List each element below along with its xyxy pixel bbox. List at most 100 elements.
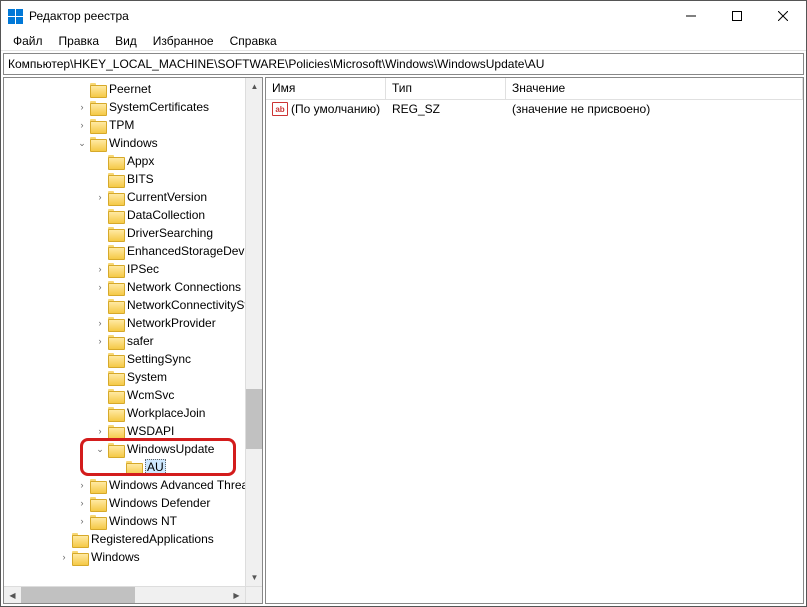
chevron-down-icon[interactable]: ⌄ <box>94 443 106 455</box>
chevron-right-icon[interactable]: › <box>76 497 88 509</box>
chevron-right-icon[interactable]: › <box>58 551 70 563</box>
registry-tree: Peernet›SystemCertificates›TPM⌄WindowsAp… <box>4 78 245 568</box>
tree-node-label: BITS <box>127 172 154 186</box>
scroll-down-button[interactable]: ▼ <box>246 569 263 586</box>
tree-node-label: AU <box>145 459 166 475</box>
scroll-thumb-vertical[interactable] <box>246 389 262 449</box>
chevron-down-icon[interactable]: ⌄ <box>76 137 88 149</box>
folder-icon <box>72 551 88 564</box>
chevron-right-icon[interactable]: › <box>76 119 88 131</box>
titlebar[interactable]: Редактор реестра <box>1 1 806 31</box>
column-type[interactable]: Тип <box>386 78 506 99</box>
tree-node[interactable]: › CurrentVersion <box>4 188 245 206</box>
folder-icon <box>108 443 124 456</box>
tree-node-label: safer <box>127 334 154 348</box>
menu-file[interactable]: Файл <box>5 32 51 50</box>
tree-node[interactable]: ›NetworkProvider <box>4 314 245 332</box>
tree-scrollbar-vertical[interactable]: ▲ ▼ <box>245 78 262 586</box>
chevron-right-icon[interactable]: › <box>94 317 106 329</box>
tree-node[interactable]: DataCollection <box>4 206 245 224</box>
tree-node[interactable]: SettingSync <box>4 350 245 368</box>
expander-spacer <box>94 407 106 419</box>
folder-icon <box>108 371 124 384</box>
tree-node[interactable]: ›Windows NT <box>4 512 245 530</box>
folder-icon <box>90 137 106 150</box>
tree-node[interactable]: BITS <box>4 170 245 188</box>
menu-view[interactable]: Вид <box>107 32 145 50</box>
chevron-right-icon[interactable]: › <box>94 335 106 347</box>
folder-icon <box>90 497 106 510</box>
scroll-up-button[interactable]: ▲ <box>246 78 263 95</box>
menu-help[interactable]: Справка <box>222 32 285 50</box>
value-row[interactable]: ab(По умолчанию)REG_SZ(значение не присв… <box>266 100 803 118</box>
tree-node-label: Windows Advanced Threat P <box>109 478 245 492</box>
tree-node[interactable]: AU <box>4 458 245 476</box>
tree-node-label: RegisteredApplications <box>91 532 214 546</box>
tree-node[interactable]: ›Windows <box>4 548 245 566</box>
minimize-button[interactable] <box>668 1 714 31</box>
expander-spacer <box>94 245 106 257</box>
scroll-thumb-horizontal[interactable] <box>21 587 135 603</box>
expander-spacer <box>58 533 70 545</box>
folder-icon <box>72 533 88 546</box>
scroll-left-button[interactable]: ◀ <box>4 587 21 604</box>
expander-spacer <box>94 209 106 221</box>
tree-node-label: System <box>127 370 167 384</box>
chevron-right-icon[interactable]: › <box>94 191 106 203</box>
tree-node[interactable]: ›Network Connections <box>4 278 245 296</box>
tree-node[interactable]: EnhancedStorageDevices <box>4 242 245 260</box>
tree-node[interactable]: ⌄Windows <box>4 134 245 152</box>
folder-icon <box>90 83 106 96</box>
tree-node[interactable]: Appx <box>4 152 245 170</box>
menu-favorites[interactable]: Избранное <box>145 32 222 50</box>
menu-edit[interactable]: Правка <box>51 32 108 50</box>
folder-icon <box>108 353 124 366</box>
expander-spacer <box>94 353 106 365</box>
scroll-right-button[interactable]: ▶ <box>228 587 245 604</box>
tree-node[interactable]: ⌄WindowsUpdate <box>4 440 245 458</box>
tree-node-label: CurrentVersion <box>127 190 207 204</box>
expander-spacer <box>94 173 106 185</box>
expander-spacer <box>94 155 106 167</box>
expander-spacer <box>94 299 106 311</box>
tree-node[interactable]: ›SystemCertificates <box>4 98 245 116</box>
tree-node[interactable]: NetworkConnectivityStat <box>4 296 245 314</box>
folder-icon <box>108 317 124 330</box>
address-bar[interactable]: Компьютер\HKEY_LOCAL_MACHINE\SOFTWARE\Po… <box>3 53 804 75</box>
tree-node[interactable]: ›WSDAPI <box>4 422 245 440</box>
tree-node[interactable]: › Windows Defender <box>4 494 245 512</box>
chevron-right-icon[interactable]: › <box>76 479 88 491</box>
chevron-right-icon[interactable]: › <box>94 263 106 275</box>
tree-scrollbar-horizontal[interactable]: ◀ ▶ <box>4 586 262 603</box>
close-button[interactable] <box>760 1 806 31</box>
expander-spacer <box>94 389 106 401</box>
tree-node[interactable]: System <box>4 368 245 386</box>
tree-node[interactable]: Peernet <box>4 80 245 98</box>
values-columns: Имя Тип Значение <box>266 78 803 100</box>
menubar: Файл Правка Вид Избранное Справка <box>1 31 806 51</box>
folder-icon <box>90 515 106 528</box>
tree-node-label: DriverSearching <box>127 226 213 240</box>
tree-node-label: Windows Defender <box>109 496 210 510</box>
values-list[interactable]: ab(По умолчанию)REG_SZ(значение не присв… <box>266 100 803 603</box>
tree-node[interactable]: ›IPSec <box>4 260 245 278</box>
folder-icon <box>90 119 106 132</box>
chevron-right-icon[interactable]: › <box>94 425 106 437</box>
tree-node[interactable]: WcmSvc <box>4 386 245 404</box>
string-value-icon: ab <box>272 102 288 116</box>
tree-node[interactable]: DriverSearching <box>4 224 245 242</box>
folder-icon <box>126 461 142 474</box>
tree-node[interactable]: › safer <box>4 332 245 350</box>
tree-node[interactable]: › Windows Advanced Threat P <box>4 476 245 494</box>
column-name[interactable]: Имя <box>266 78 386 99</box>
folder-icon <box>108 425 124 438</box>
tree-scroll[interactable]: Peernet›SystemCertificates›TPM⌄WindowsAp… <box>4 78 245 586</box>
chevron-right-icon[interactable]: › <box>76 101 88 113</box>
chevron-right-icon[interactable]: › <box>76 515 88 527</box>
tree-node[interactable]: RegisteredApplications <box>4 530 245 548</box>
chevron-right-icon[interactable]: › <box>94 281 106 293</box>
tree-node[interactable]: ›TPM <box>4 116 245 134</box>
maximize-button[interactable] <box>714 1 760 31</box>
tree-node[interactable]: WorkplaceJoin <box>4 404 245 422</box>
column-data[interactable]: Значение <box>506 78 803 99</box>
